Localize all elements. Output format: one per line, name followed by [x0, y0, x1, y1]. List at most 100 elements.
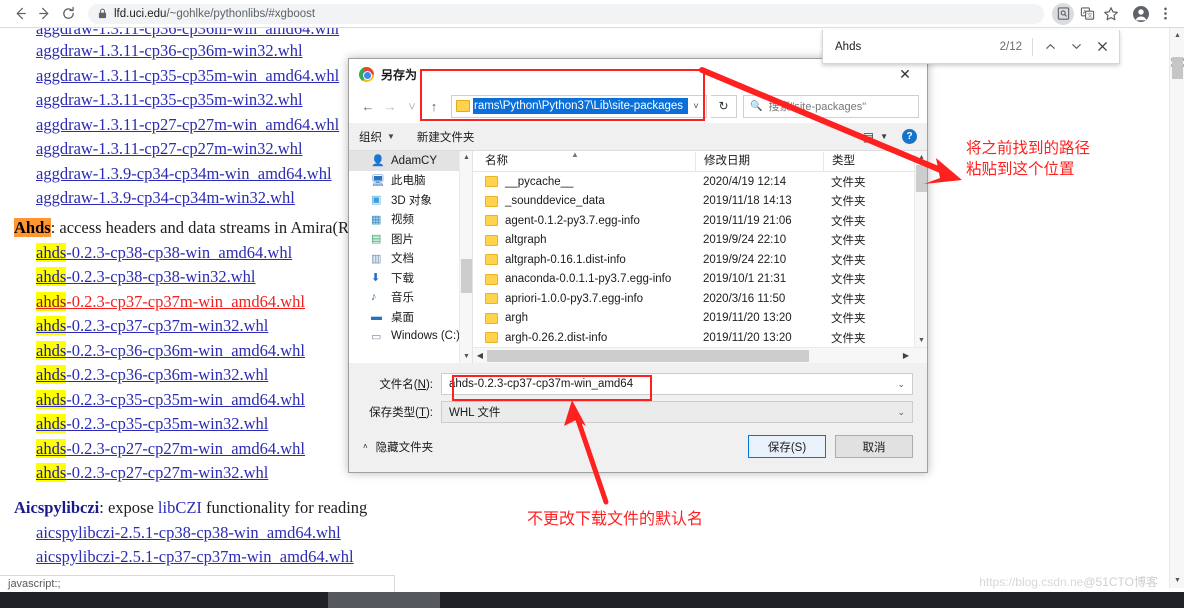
- file-list-hscrollbar[interactable]: ◀ ▶: [473, 347, 927, 363]
- profile-avatar-icon[interactable]: [1130, 3, 1152, 25]
- file-date-cell: 2019/11/19 21:06: [703, 214, 792, 227]
- whl-link[interactable]: aicspylibczi-2.5.1-cp37-cp37m-win_amd64.…: [36, 547, 354, 566]
- whl-link[interactable]: aggdraw-1.3.9-cp34-cp34m-win32.whl: [36, 188, 295, 207]
- column-header-name[interactable]: 名称: [473, 152, 695, 171]
- sidebar-item-label: 文档: [391, 253, 414, 266]
- filetype-label-pre: 保存类型(: [369, 407, 419, 419]
- chevron-down-icon[interactable]: ⌄: [897, 379, 908, 390]
- scrollbar-thumb[interactable]: [1172, 57, 1183, 79]
- translate-icon[interactable]: A文: [1076, 3, 1098, 25]
- reading-list-icon[interactable]: [1052, 2, 1074, 25]
- sidebar-scrollbar[interactable]: ▲ ▼: [459, 151, 472, 363]
- taskbar-segment: [0, 592, 328, 608]
- 3d-objects-icon: ▣: [371, 194, 382, 207]
- address-bar[interactable]: lfd.uci.edu/~gohlke/pythonlibs/#xgboost: [88, 3, 1044, 24]
- whl-link[interactable]: aggdraw-1.3.11-cp27-cp27m-win32.whl: [36, 139, 303, 158]
- file-row[interactable]: anaconda-0.0.1.1-py3.7.egg-info 2019/10/1…: [473, 270, 927, 290]
- whl-link[interactable]: ahds-0.2.3-cp37-cp37m-win_amd64.whl: [36, 291, 305, 311]
- file-row[interactable]: _sounddevice_data 2019/11/18 14:13 文件夹: [473, 192, 927, 212]
- reload-icon[interactable]: [56, 2, 80, 26]
- file-type-cell: 文件夹: [831, 274, 866, 287]
- file-row[interactable]: argh-0.26.2.dist-info 2019/11/20 13:20 文件夹: [473, 328, 927, 348]
- annotation-text-bottom: 不更改下载文件的默认名: [527, 509, 704, 528]
- save-button[interactable]: 保存(S): [748, 435, 826, 458]
- sidebar-item-music[interactable]: ♪ 音乐: [349, 288, 472, 308]
- forward-arrow-icon[interactable]: [32, 2, 56, 26]
- whl-link[interactable]: ahds-0.2.3-cp37-cp37m-win32.whl: [36, 316, 268, 335]
- whl-link[interactable]: ahds-0.2.3-cp36-cp36m-win32.whl: [36, 365, 268, 384]
- whl-link[interactable]: aicspylibczi-2.5.1-cp38-cp38-win_amd64.w…: [36, 523, 341, 542]
- music-icon: ♪: [371, 291, 377, 304]
- find-close-icon[interactable]: [1089, 34, 1115, 60]
- filetype-select[interactable]: WHL 文件 ⌄: [441, 401, 913, 423]
- dialog-address-bar[interactable]: rams\Python\Python37\Lib\site-packages ˅: [451, 94, 707, 118]
- hide-folders-toggle[interactable]: ˄ 隐藏文件夹: [363, 439, 433, 455]
- find-previous-icon[interactable]: [1037, 34, 1063, 60]
- sidebar-item-drive[interactable]: ▭ Windows (C:): [349, 327, 472, 347]
- cancel-button[interactable]: 取消: [835, 435, 913, 458]
- file-row[interactable]: argh 2019/11/20 13:20 文件夹: [473, 309, 927, 329]
- whl-link[interactable]: ahds-0.2.3-cp35-cp35m-win_amd64.whl: [36, 389, 305, 409]
- link-clipped[interactable]: aggdraw-1.3.11-cp36-cp36m-win_amd64.whl: [36, 28, 339, 38]
- scroll-right-icon[interactable]: ▶: [899, 348, 913, 364]
- filename-value: ahds-0.2.3-cp37-cp37m-win_amd64: [449, 378, 634, 390]
- chevron-down-icon[interactable]: ⌄: [897, 407, 908, 418]
- dialog-forward-icon[interactable]: →: [379, 95, 401, 117]
- find-next-icon[interactable]: [1063, 34, 1089, 60]
- downloads-icon: ⬇: [371, 272, 381, 285]
- scroll-down-icon[interactable]: ▼: [915, 334, 927, 347]
- scroll-up-icon[interactable]: ▲: [460, 151, 472, 164]
- back-icon[interactable]: [8, 2, 32, 26]
- sidebar-item-videos[interactable]: ▦ 视频: [349, 210, 472, 230]
- sidebar-item-documents[interactable]: ▥ 文档: [349, 249, 472, 269]
- scroll-left-icon[interactable]: ◀: [473, 348, 487, 364]
- hscrollbar-thumb[interactable]: [487, 349, 809, 362]
- find-input[interactable]: Ahds: [835, 41, 1000, 53]
- file-row[interactable]: agent-0.1.2-py3.7.egg-info 2019/11/19 21:…: [473, 211, 927, 231]
- scroll-up-icon[interactable]: ▲: [1170, 28, 1184, 43]
- whl-link[interactable]: aggdraw-1.3.11-cp35-cp35m-win_amd64.whl: [36, 66, 339, 85]
- whl-link[interactable]: ahds-0.2.3-cp27-cp27m-win32.whl: [36, 463, 268, 482]
- scroll-down-icon[interactable]: ▼: [1170, 573, 1184, 588]
- file-row[interactable]: apriori-1.0.0-py3.7.egg-info 2020/3/16 11…: [473, 289, 927, 309]
- new-folder-button[interactable]: 新建文件夹: [417, 129, 475, 145]
- file-name-cell: apriori-1.0.0-py3.7.egg-info: [473, 293, 695, 305]
- scroll-down-icon[interactable]: ▼: [460, 350, 472, 363]
- organize-button[interactable]: 组织 ▼: [359, 129, 395, 145]
- hide-folders-label: 隐藏文件夹: [375, 441, 434, 454]
- dialog-up-icon[interactable]: ↑: [423, 95, 445, 117]
- sidebar-item-3d-objects[interactable]: ▣ 3D 对象: [349, 190, 472, 210]
- whl-link[interactable]: aggdraw-1.3.11-cp27-cp27m-win_amd64.whl: [36, 115, 339, 134]
- sidebar-item-downloads[interactable]: ⬇ 下载: [349, 268, 472, 288]
- file-name-cell: altgraph-0.16.1.dist-info: [473, 254, 695, 266]
- sidebar-item-user[interactable]: 👤 AdamCY: [349, 151, 472, 171]
- find-match-active: Ahds: [14, 217, 51, 237]
- dialog-back-icon[interactable]: ←: [357, 95, 379, 117]
- page-scrollbar[interactable]: ▲ ▼: [1169, 28, 1184, 588]
- star-icon[interactable]: [1100, 3, 1122, 25]
- whl-link[interactable]: ahds-0.2.3-cp27-cp27m-win_amd64.whl: [36, 438, 305, 458]
- chrome-icon: [359, 66, 374, 82]
- file-type-cell: 文件夹: [831, 332, 866, 345]
- whl-link[interactable]: aggdraw-1.3.11-cp36-cp36m-win32.whl: [36, 41, 303, 60]
- taskbar-active-segment[interactable]: [328, 592, 440, 608]
- whl-link[interactable]: ahds-0.2.3-cp38-cp38-win_amd64.whl: [36, 242, 292, 262]
- three-dot-menu-icon[interactable]: [1154, 3, 1176, 25]
- file-row[interactable]: altgraph 2019/9/24 22:10 文件夹: [473, 231, 927, 251]
- whl-link[interactable]: ahds-0.2.3-cp35-cp35m-win32.whl: [36, 414, 268, 433]
- sidebar-item-desktop[interactable]: ▬ 桌面: [349, 307, 472, 327]
- file-type-cell: 文件夹: [831, 293, 866, 306]
- file-row-list: __pycache__ 2020/4/19 12:14 文件夹 _sounddevic…: [473, 172, 927, 348]
- whl-link[interactable]: aggdraw-1.3.11-cp35-cp35m-win32.whl: [36, 90, 303, 109]
- sidebar-item-pictures[interactable]: ▤ 图片: [349, 229, 472, 249]
- dialog-history-chevron-icon[interactable]: ˅: [401, 95, 423, 117]
- url-path: /~gohlke/pythonlibs/#xgboost: [166, 7, 316, 20]
- file-row[interactable]: altgraph-0.16.1.dist-info 2019/9/24 22:10…: [473, 250, 927, 270]
- sidebar-item-this-pc[interactable]: 🖥 此电脑: [349, 171, 472, 191]
- filename-input[interactable]: ahds-0.2.3-cp37-cp37m-win_amd64 ⌄: [441, 373, 913, 395]
- whl-link[interactable]: ahds-0.2.3-cp38-cp38-win32.whl: [36, 267, 256, 286]
- scrollbar-thumb[interactable]: [461, 259, 472, 293]
- whl-link[interactable]: ahds-0.2.3-cp36-cp36m-win_amd64.whl: [36, 340, 305, 360]
- dialog-path-value[interactable]: rams\Python\Python37\Lib\site-packages: [473, 98, 688, 114]
- whl-link[interactable]: aggdraw-1.3.9-cp34-cp34m-win_amd64.whl: [36, 164, 332, 183]
